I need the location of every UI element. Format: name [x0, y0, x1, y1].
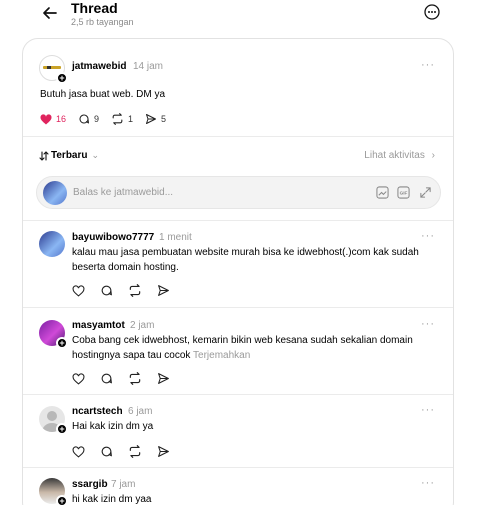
reply-text-line: hi kak izin dm yaa [72, 494, 152, 505]
reply-more-icon[interactable]: ··· [421, 477, 435, 489]
send-icon[interactable] [157, 372, 170, 385]
reply-more-icon[interactable]: ··· [421, 318, 435, 330]
thread-header: Thread 2,5 rb tayangan [0, 0, 500, 32]
more-options-icon[interactable] [424, 4, 440, 20]
reply-more-icon[interactable]: ··· [421, 230, 435, 242]
post-username[interactable]: jatmawebid [72, 61, 126, 72]
page-title: Thread [71, 0, 118, 16]
send-icon[interactable] [157, 445, 170, 458]
avatar[interactable]: + [39, 406, 68, 435]
reply-text-line: Hai kak izin dm ya [72, 421, 154, 432]
avatar[interactable]: + [39, 478, 68, 505]
view-activity-link[interactable]: Lihat aktivitas › [364, 150, 435, 161]
comment-icon[interactable] [100, 284, 113, 297]
share-count: 5 [161, 114, 167, 124]
brand-logo-icon [43, 66, 61, 69]
thread-card: + jatmawebid 14 jam ··· Butuh jasa buat … [22, 38, 454, 505]
avatar[interactable]: + [39, 320, 68, 349]
reply-item: + ncartstech 6 jam ··· Hai kak izin dm y… [23, 394, 453, 468]
follow-plus-icon[interactable]: + [56, 337, 68, 349]
post-more-icon[interactable]: ··· [421, 59, 435, 71]
reply-text-line2: hostingnya sapa tau cocok Terjemahkan [72, 348, 250, 363]
sort-icon [39, 150, 49, 161]
follow-plus-icon[interactable]: + [56, 72, 68, 84]
reply-count: 9 [94, 114, 100, 124]
reply-time: 1 menit [159, 232, 192, 243]
view-activity-label: Lihat aktivitas [364, 150, 425, 161]
reply-username[interactable]: bayuwibowo7777 [72, 232, 154, 243]
comment-icon[interactable] [100, 445, 113, 458]
gif-icon[interactable]: GIF [397, 186, 410, 199]
image-icon[interactable] [376, 186, 389, 199]
expand-icon[interactable] [419, 186, 432, 199]
reply-text-line: kalau mau jasa pembuatan website murah b… [72, 247, 419, 258]
repost-icon[interactable] [128, 372, 142, 385]
heart-icon[interactable] [72, 445, 85, 458]
like-button[interactable]: 16 [40, 113, 67, 125]
reply-box[interactable]: Balas ke jatmawebid... GIF [36, 176, 441, 209]
chevron-down-icon: ⌄ [91, 150, 100, 160]
follow-plus-icon[interactable]: + [56, 495, 68, 505]
follow-plus-icon[interactable]: + [56, 423, 68, 435]
reply-actions [72, 284, 185, 297]
reply-input[interactable]: Balas ke jatmawebid... [73, 187, 173, 198]
avatar[interactable] [39, 231, 65, 257]
post-text: Butuh jasa buat web. DM ya [40, 89, 166, 100]
original-post: + jatmawebid 14 jam ··· Butuh jasa buat … [23, 39, 453, 137]
reply-item: + ssargib 7 jam ··· hi kak izin dm yaa [23, 467, 453, 505]
reply-username[interactable]: masyamtot [72, 320, 125, 331]
send-icon [146, 114, 157, 124]
chevron-right-icon: › [431, 150, 435, 161]
avatar[interactable]: + [39, 55, 68, 84]
reply-time: 2 jam [130, 320, 155, 331]
my-avatar [43, 181, 67, 205]
reply-item: + masyamtot 2 jam ··· Coba bang cek idwe… [23, 307, 453, 395]
repost-icon[interactable] [128, 284, 142, 297]
sort-label: Terbaru [51, 150, 88, 161]
reply-button[interactable]: 9 [78, 113, 99, 125]
back-arrow-icon[interactable] [40, 3, 60, 23]
send-icon[interactable] [157, 284, 170, 297]
repost-count: 1 [128, 114, 134, 124]
view-count: 2,5 rb tayangan [71, 17, 134, 27]
reply-actions [72, 372, 185, 385]
post-time: 14 jam [133, 61, 164, 72]
repost-button[interactable]: 1 [111, 113, 133, 125]
reply-text-line: Coba bang cek idwebhost, kemarin bikin w… [72, 335, 413, 346]
reply-time: 7 jam [111, 479, 136, 490]
heart-icon[interactable] [72, 284, 85, 297]
repost-icon[interactable] [128, 445, 142, 458]
comment-icon [79, 114, 90, 124]
post-stats: 16 9 1 5 [40, 112, 178, 126]
reply-text-line: beserta domain hosting. [72, 262, 179, 273]
reply-username[interactable]: ncartstech [72, 406, 123, 417]
heart-icon[interactable] [72, 372, 85, 385]
like-count: 16 [56, 114, 67, 124]
reply-time: 6 jam [128, 406, 153, 417]
comment-icon[interactable] [100, 372, 113, 385]
sort-dropdown[interactable]: Terbaru ⌄ [39, 150, 99, 161]
reply-actions [72, 445, 185, 458]
translate-link[interactable]: Terjemahkan [193, 350, 250, 361]
share-button[interactable]: 5 [145, 113, 166, 125]
reply-item: bayuwibowo7777 1 menit ··· kalau mau jas… [23, 220, 453, 308]
repost-icon [112, 113, 123, 125]
heart-filled-icon [40, 113, 52, 124]
reply-username[interactable]: ssargib [72, 479, 108, 490]
sort-bar: Terbaru ⌄ Lihat aktivitas › [23, 137, 453, 175]
svg-text:GIF: GIF [400, 191, 408, 196]
reply-more-icon[interactable]: ··· [421, 404, 435, 416]
reply-text-part: hostingnya sapa tau cocok [72, 350, 191, 361]
